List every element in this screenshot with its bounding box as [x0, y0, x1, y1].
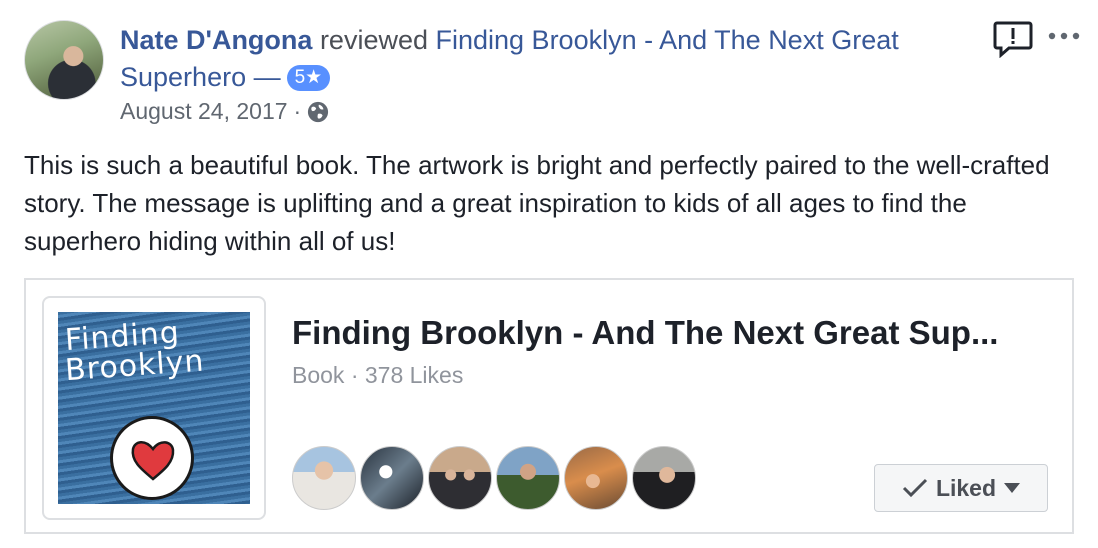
page-attachment-card[interactable]: Finding Brooklyn Finding Brooklyn - And … — [24, 278, 1074, 534]
page-title-link[interactable]: Finding Brooklyn - And The Next Great Su… — [292, 314, 1052, 352]
reviewer-name-link[interactable]: Nate D'Angona — [120, 25, 312, 55]
check-icon — [902, 478, 928, 498]
heart-icon — [131, 441, 175, 481]
rating-badge: 5★ — [286, 65, 331, 91]
review-meta: August 24, 2017 · — [120, 98, 970, 125]
reviewer-avatar[interactable] — [24, 20, 104, 100]
action-text: reviewed — [312, 25, 436, 55]
friends-who-like — [292, 446, 696, 510]
review-headline: Nate D'Angona reviewed Finding Brooklyn … — [120, 22, 970, 96]
friend-avatar-1[interactable] — [292, 446, 356, 510]
friend-avatar-6[interactable] — [632, 446, 696, 510]
liked-button[interactable]: Liked — [874, 464, 1048, 512]
headline-separator: — — [246, 62, 281, 92]
page-subtitle: Book · 378 Likes — [292, 362, 464, 388]
friend-avatar-4[interactable] — [496, 446, 560, 510]
book-cover-image: Finding Brooklyn — [58, 312, 250, 504]
review-date-link[interactable]: August 24, 2017 — [120, 98, 288, 125]
cover-title: Finding Brooklyn — [64, 314, 244, 388]
globe-icon[interactable] — [307, 101, 329, 123]
friend-avatar-2[interactable] — [360, 446, 424, 510]
liked-button-label: Liked — [935, 474, 997, 501]
cover-heart-badge — [110, 416, 194, 500]
book-cover-frame[interactable]: Finding Brooklyn — [42, 296, 266, 520]
more-options-icon[interactable] — [1046, 24, 1082, 48]
date-separator: · — [293, 98, 302, 124]
review-header: Nate D'Angona reviewed Finding Brooklyn … — [120, 22, 970, 125]
review-body: This is such a beautiful book. The artwo… — [24, 150, 1050, 256]
chevron-down-icon — [1004, 483, 1021, 493]
report-icon[interactable] — [993, 20, 1033, 58]
friend-avatar-5[interactable] — [564, 446, 628, 510]
friend-avatar-3[interactable] — [428, 446, 492, 510]
